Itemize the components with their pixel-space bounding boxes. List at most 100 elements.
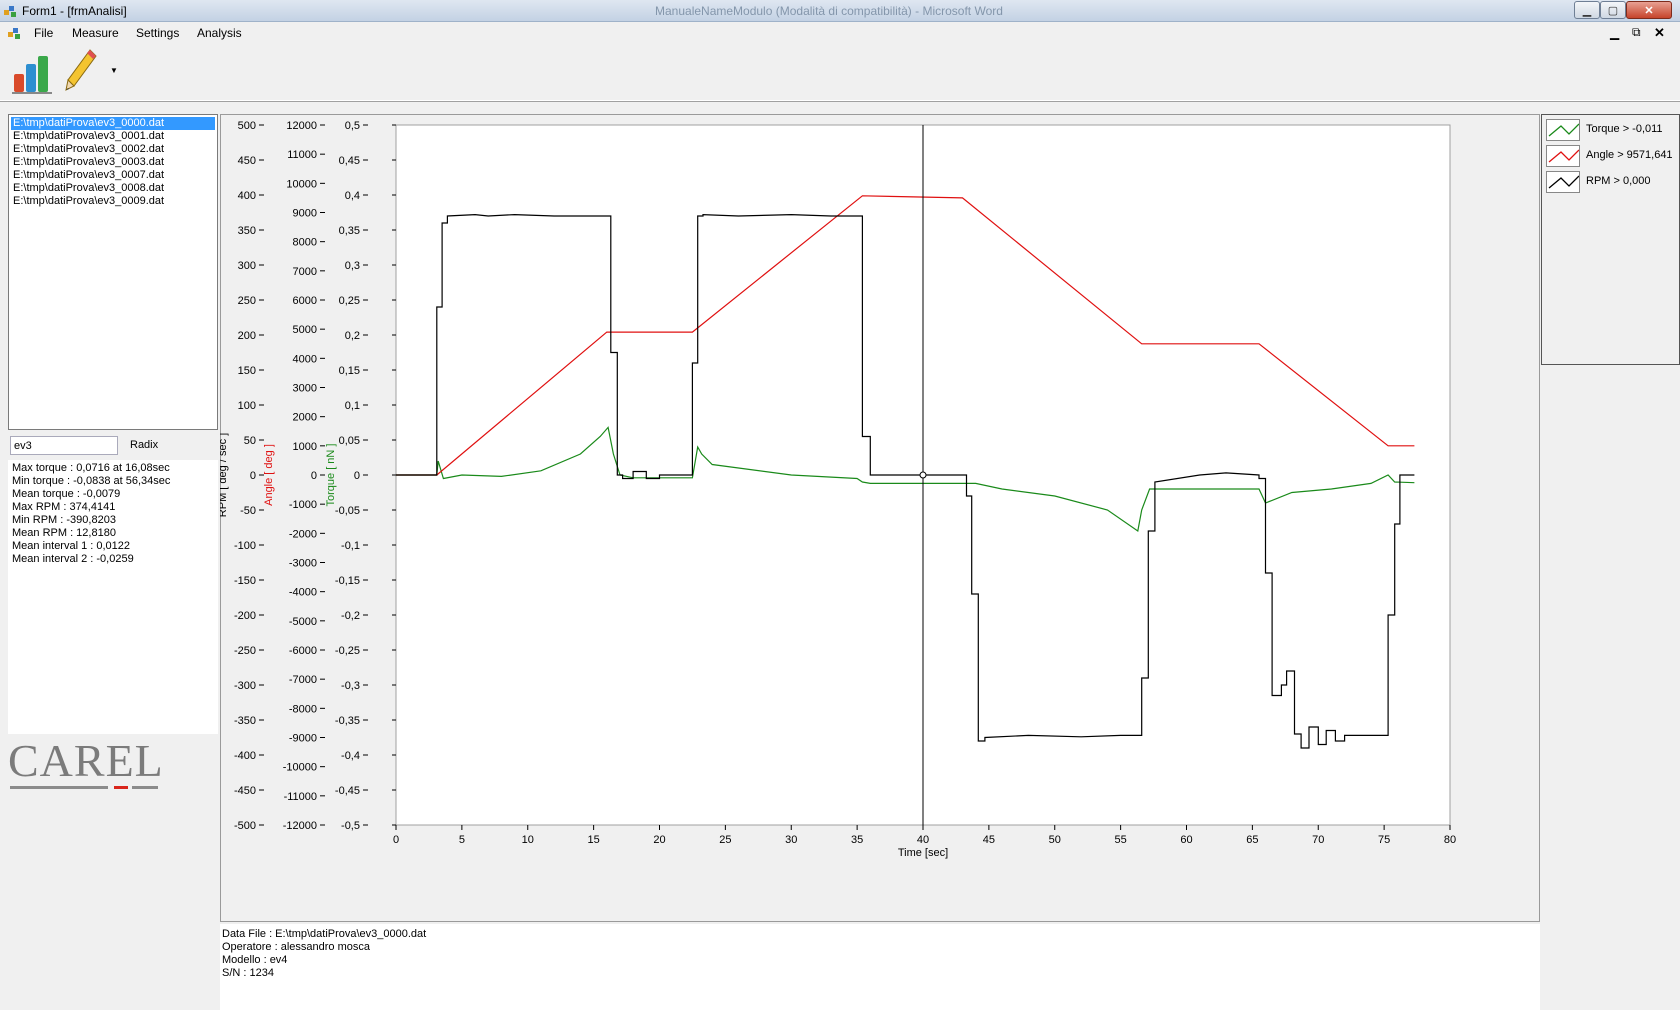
file-list-item[interactable]: E:\tmp\datiProva\ev3_0009.dat: [11, 195, 215, 208]
x-tick-label: 60: [1180, 834, 1192, 846]
x-tick-label: 20: [653, 834, 665, 846]
pencil-icon[interactable]: [64, 48, 98, 94]
y-tick-label: 0: [250, 470, 256, 482]
y-tick-label: -400: [234, 750, 256, 762]
legend-swatch: [1546, 171, 1580, 193]
y-tick-label: -0,25: [335, 645, 360, 657]
mdi-minimize-icon[interactable]: ▁: [1610, 26, 1619, 40]
stat-line: Mean RPM : 12,8180: [12, 527, 116, 539]
y-tick-label: -3000: [289, 558, 317, 570]
legend-label: Angle > 9571,641: [1586, 149, 1673, 161]
y-tick-label: -100: [234, 540, 256, 552]
chart-plot[interactable]: 500450400350300250200150100500-50-100-15…: [220, 114, 1540, 922]
y-tick-label: 6000: [293, 295, 317, 307]
y-tick-label: 0,35: [339, 225, 360, 237]
x-tick-label: 65: [1246, 834, 1258, 846]
file-list-item[interactable]: E:\tmp\datiProva\ev3_0001.dat: [11, 130, 215, 143]
y-tick-label: -4000: [289, 587, 317, 599]
app-icon: [4, 6, 16, 17]
y-tick-label: 0: [311, 470, 317, 482]
y-axis-label: Angle [ deg ]: [263, 444, 275, 506]
file-list-item[interactable]: E:\tmp\datiProva\ev3_0002.dat: [11, 143, 215, 156]
y-tick-label: -200: [234, 610, 256, 622]
chevron-down-icon[interactable]: ▼: [110, 66, 118, 75]
toolbar-separator: [0, 100, 1680, 101]
mdi-child-icon[interactable]: [8, 26, 22, 40]
file-filter-input[interactable]: [10, 436, 118, 455]
y-tick-label: 0,4: [345, 190, 360, 202]
x-tick-label: 10: [522, 834, 534, 846]
y-tick-label: -0,05: [335, 505, 360, 517]
y-tick-label: -8000: [289, 703, 317, 715]
background-window-title: ManualeNameModulo (Modalità di compatibi…: [655, 4, 1003, 18]
y-tick-label: -0,2: [341, 610, 360, 622]
close-button[interactable]: ✕: [1626, 1, 1672, 19]
bar-chart-icon[interactable]: [12, 52, 56, 94]
menu-file[interactable]: File: [34, 26, 53, 40]
stat-line: Min RPM : -390,8203: [12, 514, 116, 526]
y-tick-label: -500: [234, 820, 256, 832]
y-tick-label: -0,35: [335, 715, 360, 727]
y-tick-label: 150: [238, 365, 256, 377]
info-line: S/N : 1234: [222, 967, 274, 979]
y-tick-label: 0,5: [345, 120, 360, 132]
menu-settings[interactable]: Settings: [136, 26, 179, 40]
y-tick-label: -2000: [289, 528, 317, 540]
y-axis-label: RPM [ deg / sec ]: [220, 433, 229, 517]
mdi-close-icon[interactable]: ✕: [1654, 25, 1665, 41]
y-tick-label: 4000: [293, 353, 317, 365]
x-tick-label: 30: [785, 834, 797, 846]
y-tick-label: 300: [238, 260, 256, 272]
x-tick-label: 40: [917, 834, 929, 846]
y-tick-label: -11000: [284, 791, 317, 803]
cursor-marker: [919, 471, 927, 479]
y-tick-label: -12000: [283, 820, 317, 832]
info-line: Operatore : alessandro mosca: [222, 941, 370, 953]
maximize-button[interactable]: ▢: [1600, 1, 1626, 19]
toolbar: ▼: [0, 44, 1680, 102]
y-tick-label: -350: [234, 715, 256, 727]
menu-measure[interactable]: Measure: [72, 26, 119, 40]
y-tick-label: -250: [234, 645, 256, 657]
window-title: Form1 - [frmAnalisi]: [22, 4, 127, 18]
stat-line: Max torque : 0,0716 at 16,08sec: [12, 462, 170, 474]
y-tick-label: 3000: [293, 383, 317, 395]
y-tick-label: -10000: [283, 762, 317, 774]
y-tick-label: -0,3: [341, 680, 360, 692]
y-tick-label: -300: [234, 680, 256, 692]
y-tick-label: 5000: [293, 324, 317, 336]
maximize-icon: ▢: [1607, 4, 1619, 17]
close-icon: ✕: [1644, 4, 1654, 17]
y-tick-label: 400: [238, 190, 256, 202]
legend-swatch: [1546, 119, 1580, 141]
stats-panel: Max torque : 0,0716 at 16,08sec Min torq…: [8, 460, 218, 734]
y-tick-label: 7000: [293, 266, 317, 278]
file-list-item[interactable]: E:\tmp\datiProva\ev3_0008.dat: [11, 182, 215, 195]
x-tick-label: 15: [588, 834, 600, 846]
file-list-item[interactable]: E:\tmp\datiProva\ev3_0007.dat: [11, 169, 215, 182]
y-tick-label: 0,15: [339, 365, 360, 377]
y-tick-label: -0,45: [335, 785, 360, 797]
file-list[interactable]: E:\tmp\datiProva\ev3_0000.dat E:\tmp\dat…: [8, 114, 218, 430]
y-tick-label: -0,4: [341, 750, 360, 762]
stat-line: Max RPM : 374,4141: [12, 501, 116, 513]
y-tick-label: 12000: [286, 120, 317, 132]
logo-bar: [132, 786, 158, 789]
y-tick-label: -0,15: [335, 575, 360, 587]
y-tick-label: 350: [238, 225, 256, 237]
file-list-item[interactable]: E:\tmp\datiProva\ev3_0000.dat: [11, 117, 215, 130]
y-tick-label: 0,45: [339, 155, 360, 167]
y-tick-label: -6000: [289, 645, 317, 657]
x-tick-label: 70: [1312, 834, 1324, 846]
stat-line: Mean interval 2 : -0,0259: [12, 553, 134, 565]
legend-label: RPM > 0,000: [1586, 175, 1651, 187]
minimize-button[interactable]: ▁: [1574, 1, 1600, 19]
mdi-restore-icon[interactable]: ⧉: [1632, 25, 1641, 40]
x-axis-label: Time [sec]: [898, 847, 948, 859]
file-list-item[interactable]: E:\tmp\datiProva\ev3_0003.dat: [11, 156, 215, 169]
y-tick-label: 8000: [293, 237, 317, 249]
menu-bar: File Measure Settings Analysis ▁ ⧉ ✕: [0, 22, 1680, 44]
y-tick-label: 500: [238, 120, 256, 132]
y-tick-label: -450: [234, 785, 256, 797]
menu-analysis[interactable]: Analysis: [197, 26, 242, 40]
